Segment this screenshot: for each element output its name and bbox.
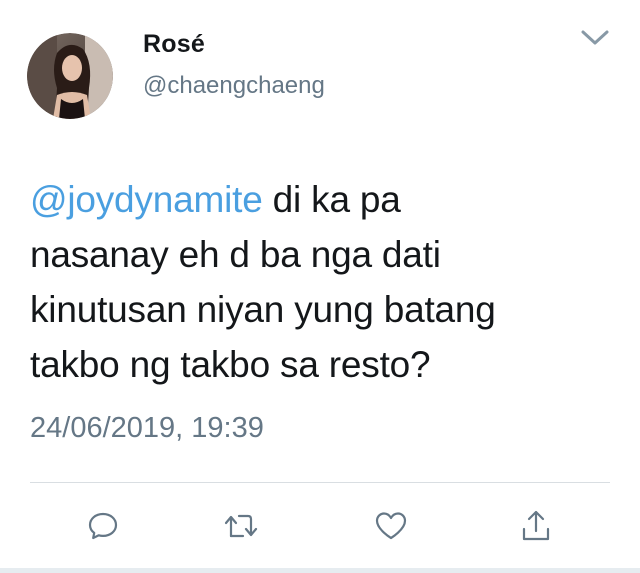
like-button[interactable] (371, 506, 411, 546)
retweet-icon (224, 514, 258, 538)
heart-icon (375, 512, 407, 540)
tweet-line-4: takbo ng takbo sa resto? (30, 344, 431, 385)
tweet-line-3: kinutusan niyan yung batang (30, 289, 496, 330)
tweet-line-1: @joydynamite di ka pa (30, 172, 620, 227)
bottom-border (0, 568, 640, 573)
user-handle[interactable]: @chaengchaeng (143, 72, 325, 100)
avatar[interactable] (27, 33, 113, 119)
share-button[interactable] (516, 506, 556, 546)
comment-icon (88, 512, 118, 540)
retweet-button[interactable] (221, 506, 261, 546)
share-icon (522, 510, 550, 541)
profile-photo-icon (27, 33, 113, 119)
tweet-line-1-text: di ka pa (262, 179, 401, 220)
chevron-down-icon[interactable] (580, 28, 610, 48)
tweet-text: @joydynamite di ka pa nasanay eh d ba ng… (30, 172, 620, 392)
timestamp[interactable]: 24/06/2019, 19:39 (30, 412, 264, 445)
tweet-line-2: nasanay eh d ba nga dati (30, 234, 441, 275)
reply-button[interactable] (83, 506, 123, 546)
divider (30, 482, 610, 483)
display-name[interactable]: Rosé (143, 30, 205, 59)
mention-link[interactable]: @joydynamite (30, 179, 263, 220)
